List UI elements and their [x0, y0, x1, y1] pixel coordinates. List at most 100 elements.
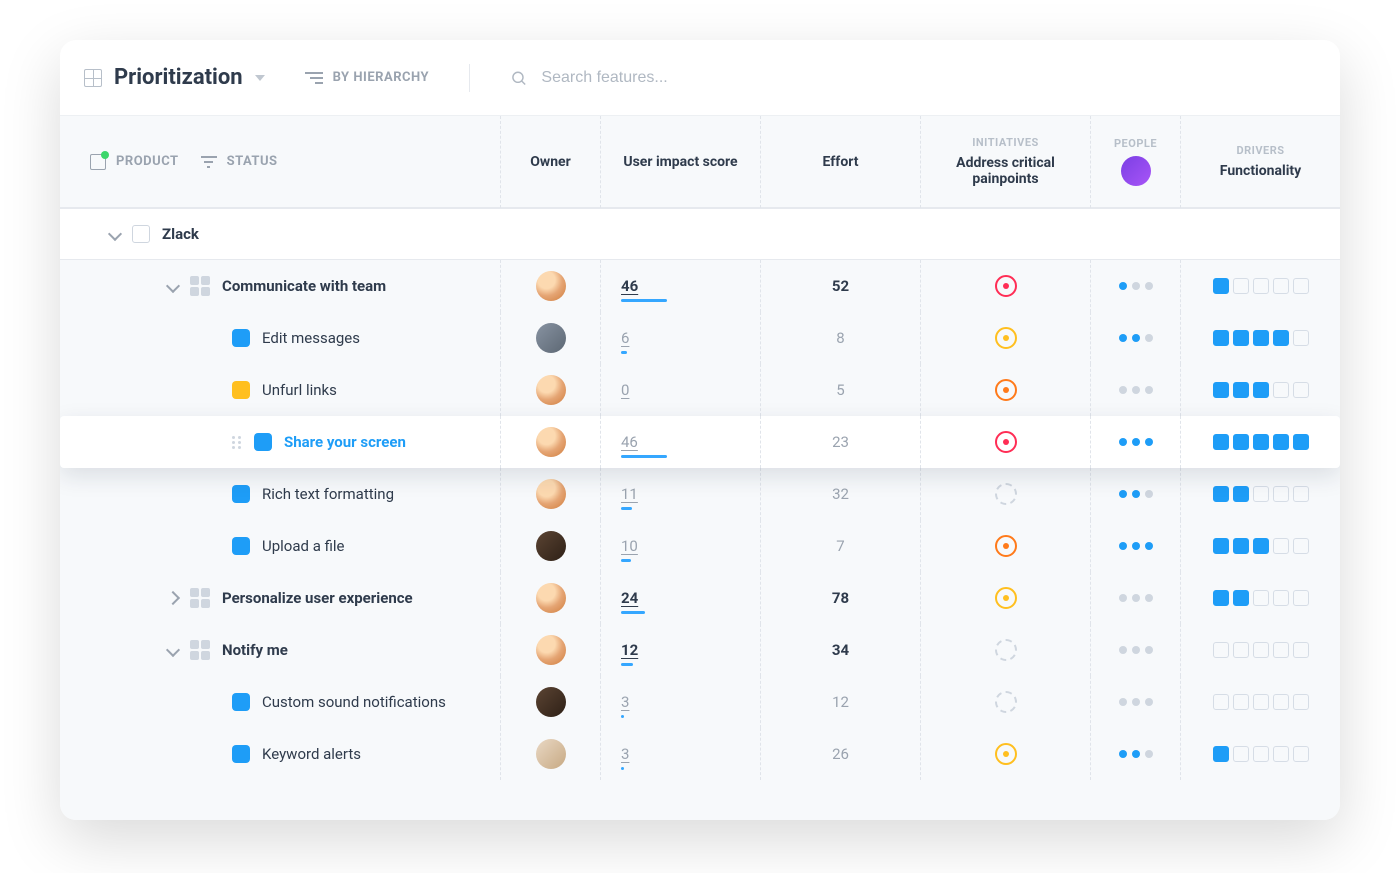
driver-boxes: [1213, 746, 1309, 762]
col-user-impact-score[interactable]: User impact score: [600, 116, 760, 208]
status-filter[interactable]: STATUS: [201, 153, 278, 171]
people-dots: [1119, 334, 1153, 342]
product-name: Zlack: [162, 225, 199, 243]
driver-boxes: [1213, 538, 1309, 554]
people-dots: [1119, 282, 1153, 290]
initiative-ring-icon[interactable]: [995, 639, 1017, 661]
initiative-ring-icon[interactable]: [995, 327, 1017, 349]
col-people[interactable]: PEOPLE: [1090, 116, 1180, 208]
score-value[interactable]: 11: [621, 485, 638, 503]
score-value[interactable]: 0: [621, 381, 629, 399]
people-dots: [1119, 594, 1153, 602]
initiative-ring-icon[interactable]: [995, 483, 1017, 505]
feature-row[interactable]: Custom sound notifications 3 12: [60, 676, 1340, 728]
feature-row[interactable]: Keyword alerts 3 26: [60, 728, 1340, 780]
score-value[interactable]: 12: [621, 641, 638, 659]
driver-boxes: [1213, 434, 1309, 450]
search-input[interactable]: [539, 68, 1316, 88]
driver-boxes: [1213, 278, 1309, 294]
group-icon: [190, 588, 210, 608]
owner-avatar[interactable]: [536, 739, 566, 769]
effort-value[interactable]: 23: [760, 416, 920, 468]
initiative-ring-icon[interactable]: [995, 587, 1017, 609]
initiative-ring-icon[interactable]: [995, 535, 1017, 557]
owner-avatar[interactable]: [536, 583, 566, 613]
owner-avatar[interactable]: [536, 323, 566, 353]
effort-value[interactable]: 32: [760, 468, 920, 520]
effort-value[interactable]: 78: [760, 572, 920, 624]
chevron-icon[interactable]: [166, 279, 180, 293]
feature-name[interactable]: Edit messages: [262, 329, 360, 347]
group-row[interactable]: Communicate with team 46 52: [60, 260, 1340, 312]
owner-avatar[interactable]: [536, 375, 566, 405]
effort-value[interactable]: 52: [760, 260, 920, 312]
chevron-icon[interactable]: [166, 591, 180, 605]
effort-value[interactable]: 8: [760, 312, 920, 364]
effort-value[interactable]: 5: [760, 364, 920, 416]
owner-avatar[interactable]: [536, 271, 566, 301]
score-value[interactable]: 3: [621, 693, 629, 711]
product-filter[interactable]: PRODUCT: [90, 154, 179, 170]
chevron-down-icon[interactable]: [108, 227, 122, 241]
col-drivers[interactable]: DRIVERSFunctionality: [1180, 116, 1340, 208]
people-dots: [1119, 386, 1153, 394]
divider: [469, 64, 470, 92]
group-name: Personalize user experience: [222, 589, 413, 607]
initiative-ring-icon[interactable]: [995, 275, 1017, 297]
feature-name[interactable]: Keyword alerts: [262, 745, 361, 763]
feature-name[interactable]: Share your screen: [284, 433, 406, 451]
driver-boxes: [1213, 642, 1309, 658]
topbar: Prioritization BY HIERARCHY: [60, 40, 1340, 116]
score-value[interactable]: 6: [621, 329, 629, 347]
initiative-ring-icon[interactable]: [995, 691, 1017, 713]
initiative-ring-icon[interactable]: [995, 743, 1017, 765]
col-owner[interactable]: Owner: [500, 116, 600, 208]
feature-row[interactable]: Share your screen 46 23: [60, 416, 1340, 468]
feature-row[interactable]: Upload a file 10 7: [60, 520, 1340, 572]
owner-avatar[interactable]: [536, 687, 566, 717]
feature-row[interactable]: Rich text formatting 11 32: [60, 468, 1340, 520]
score-value[interactable]: 10: [621, 537, 638, 555]
product-row[interactable]: Zlack: [60, 208, 1340, 260]
people-dots: [1119, 490, 1153, 498]
group-by-toggle[interactable]: BY HIERARCHY: [305, 69, 429, 87]
feature-color-tag: [232, 537, 250, 555]
score-value[interactable]: 24: [621, 589, 638, 607]
group-row[interactable]: Personalize user experience 24 78: [60, 572, 1340, 624]
feature-row[interactable]: Edit messages 6 8: [60, 312, 1340, 364]
feature-name[interactable]: Custom sound notifications: [262, 693, 446, 711]
view-switcher[interactable]: Prioritization: [84, 65, 265, 90]
owner-avatar[interactable]: [536, 479, 566, 509]
search-icon: [510, 69, 527, 87]
group-row[interactable]: Notify me 12 34: [60, 624, 1340, 676]
feature-color-tag: [232, 329, 250, 347]
left-header: PRODUCT STATUS: [60, 153, 500, 171]
owner-avatar[interactable]: [536, 531, 566, 561]
group-icon: [190, 640, 210, 660]
driver-boxes: [1213, 330, 1309, 346]
score-value[interactable]: 46: [621, 277, 638, 295]
score-value[interactable]: 46: [621, 433, 638, 451]
col-effort[interactable]: Effort: [760, 116, 920, 208]
owner-avatar[interactable]: [536, 427, 566, 457]
initiative-ring-icon[interactable]: [995, 379, 1017, 401]
effort-value[interactable]: 34: [760, 624, 920, 676]
score-value[interactable]: 3: [621, 745, 629, 763]
drag-handle-icon[interactable]: [232, 436, 242, 449]
search-field[interactable]: [510, 68, 1316, 88]
effort-value[interactable]: 12: [760, 676, 920, 728]
prioritization-app: Prioritization BY HIERARCHY PRODUCT STAT…: [60, 40, 1340, 820]
chevron-icon[interactable]: [166, 643, 180, 657]
table-body: Zlack Communicate with team 46 52 Edit m…: [60, 208, 1340, 820]
owner-avatar[interactable]: [536, 635, 566, 665]
initiative-ring-icon[interactable]: [995, 431, 1017, 453]
filter-icon: [201, 153, 217, 171]
feature-name[interactable]: Rich text formatting: [262, 485, 394, 503]
feature-name[interactable]: Unfurl links: [262, 381, 337, 399]
feature-name[interactable]: Upload a file: [262, 537, 345, 555]
status-filter-label: STATUS: [227, 154, 278, 169]
effort-value[interactable]: 26: [760, 728, 920, 780]
col-initiatives[interactable]: INITIATIVESAddress critical painpoints: [920, 116, 1090, 208]
feature-row[interactable]: Unfurl links 0 5: [60, 364, 1340, 416]
effort-value[interactable]: 7: [760, 520, 920, 572]
